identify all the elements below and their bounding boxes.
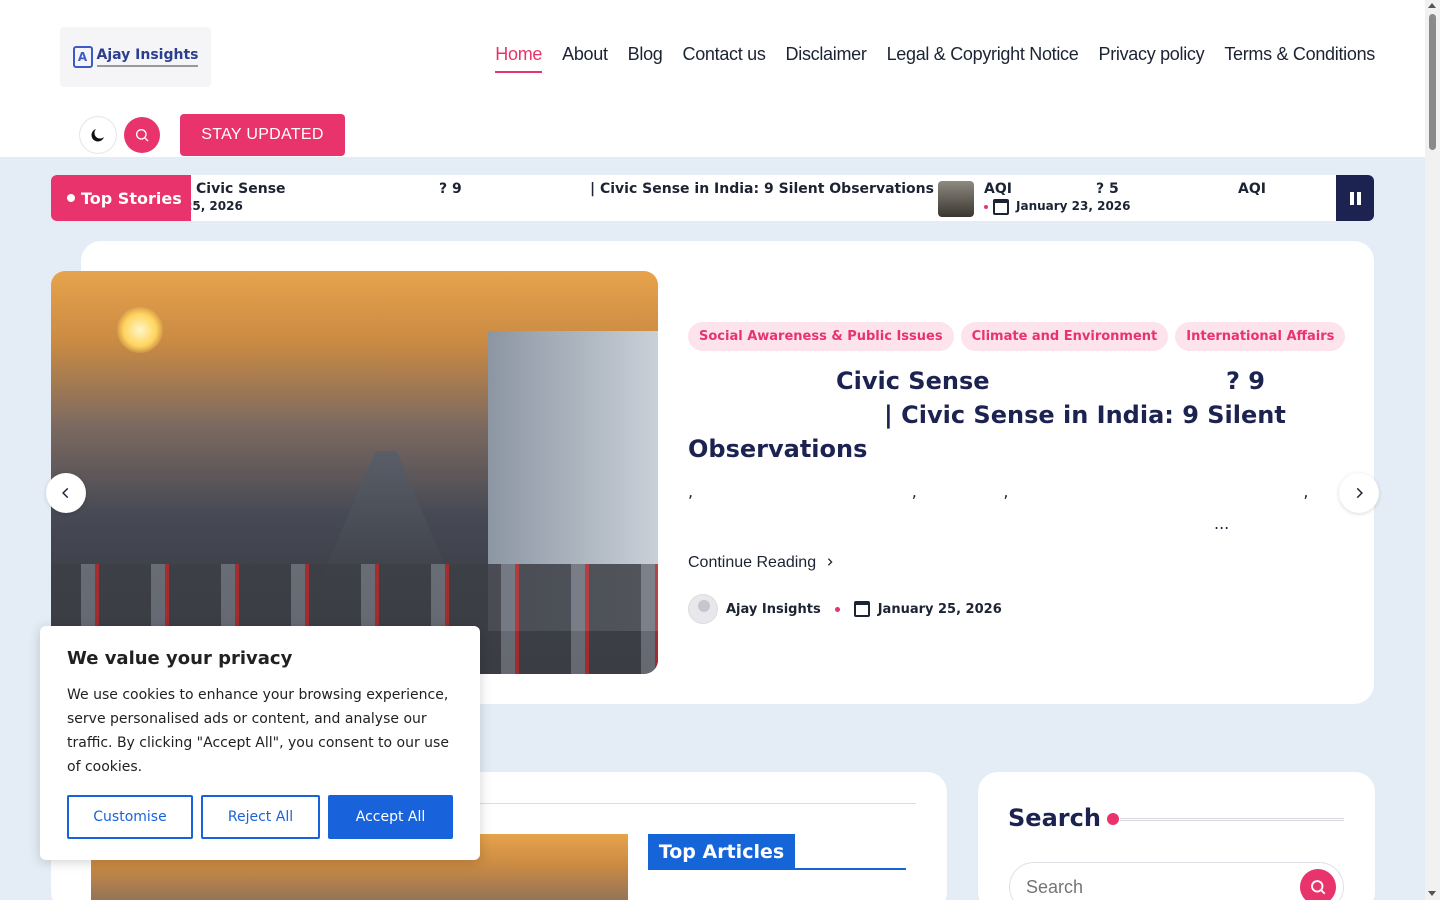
cookie-customise-button[interactable]: Customise [67, 795, 193, 839]
ticker-item-title[interactable]: Civic Sense [196, 181, 286, 197]
moon-icon [91, 129, 104, 142]
calendar-icon [853, 601, 870, 617]
meta-dot [834, 606, 840, 612]
calendar-icon [993, 199, 1009, 215]
pause-icon [1349, 191, 1354, 205]
featured-post-excerpt: , , , , ... [688, 482, 1309, 533]
nav-blog[interactable]: Blog [628, 44, 663, 73]
sidebar-search-title: Search [1008, 804, 1101, 832]
nav-disclaimer[interactable]: Disclaimer [786, 44, 867, 73]
cookie-reject-button[interactable]: Reject All [201, 795, 320, 839]
heading-underline [648, 868, 906, 870]
post-date[interactable]: January 25, 2026 [878, 602, 1002, 617]
scroll-up-icon[interactable] [1428, 3, 1436, 8]
category-tag[interactable]: Social Awareness & Public Issues [688, 322, 954, 351]
ticker-label: Top Stories [51, 175, 191, 221]
cookie-title: We value your privacy [67, 648, 293, 669]
author-name[interactable]: Ajay Insights [726, 602, 821, 617]
nav-contact[interactable]: Contact us [683, 44, 766, 73]
title-rule [1120, 818, 1344, 821]
cookie-consent-banner: We value your privacy We use cookies to … [40, 626, 480, 860]
chevron-left-icon [62, 487, 69, 499]
category-tags: Social Awareness & Public Issues Climate… [688, 322, 1346, 351]
cookie-actions: Customise Reject All Accept All [67, 795, 453, 839]
ticker-item-date: 25, 2026 [184, 199, 243, 213]
continue-reading-link[interactable]: Continue Reading [688, 554, 835, 572]
main-nav: Home About Blog Contact us Disclaimer Le… [495, 44, 1375, 73]
nav-terms[interactable]: Terms & Conditions [1224, 44, 1375, 73]
post-meta: Ajay Insights January 25, 2026 [688, 594, 1002, 624]
logo-text: Ajay Insights [96, 47, 199, 67]
slider-prev-button[interactable] [46, 473, 86, 513]
sidebar-search-input[interactable] [1009, 862, 1344, 900]
sidebar-search-button[interactable] [1300, 869, 1336, 900]
nav-home[interactable]: Home [495, 44, 542, 73]
page-scrollbar[interactable] [1425, 0, 1440, 900]
meta-dot [984, 205, 988, 209]
chevron-right-icon [827, 558, 833, 566]
site-logo[interactable]: A Ajay Insights [60, 27, 211, 87]
ticker-item-title[interactable]: ? 9 [439, 181, 462, 197]
header-search-button[interactable] [124, 117, 160, 153]
cookie-accept-button[interactable]: Accept All [328, 795, 453, 839]
stay-updated-button[interactable]: STAY UPDATED [180, 114, 345, 156]
category-tag[interactable]: Climate and Environment [960, 322, 1169, 351]
scroll-down-icon[interactable] [1428, 891, 1436, 896]
site-header: A Ajay Insights Home About Blog Contact … [0, 0, 1425, 157]
top-stories-ticker: Top Stories Civic Sense ? 9 25, 2026 | C… [51, 175, 1374, 221]
logo-mark: A [72, 46, 93, 68]
ticker-item-date: January 23, 2026 [1016, 199, 1131, 213]
ticker-item-title[interactable]: AQI [984, 181, 1012, 197]
title-dot [1107, 813, 1119, 825]
ticker-thumbnail[interactable] [938, 181, 974, 217]
category-tag[interactable]: International Affairs [1175, 322, 1346, 351]
ticker-pause-button[interactable] [1336, 175, 1374, 221]
featured-image[interactable] [51, 271, 658, 674]
ticker-item-title[interactable]: AQI [1238, 181, 1266, 197]
chevron-right-icon [1356, 487, 1363, 499]
ticker-label-text: Top Stories [81, 188, 182, 208]
cookie-body: We use cookies to enhance your browsing … [67, 687, 449, 775]
featured-post-title[interactable]: Civic Sense ? 9 | Civic Sense in India: … [688, 364, 1288, 466]
ticker-item-title[interactable]: | Civic Sense in India: 9 Silent Observa… [590, 181, 934, 197]
slider-next-button[interactable] [1339, 473, 1379, 513]
live-dot-icon [67, 194, 75, 202]
nav-legal[interactable]: Legal & Copyright Notice [887, 44, 1079, 73]
top-articles-heading: Top Articles [648, 834, 795, 870]
theme-toggle-button[interactable] [80, 117, 116, 153]
nav-about[interactable]: About [562, 44, 608, 73]
search-icon [136, 129, 149, 142]
search-icon [1311, 880, 1326, 895]
ticker-item-title[interactable]: ? 5 [1096, 181, 1119, 197]
author-avatar[interactable] [688, 594, 718, 624]
scrollbar-thumb[interactable] [1429, 14, 1436, 150]
nav-privacy[interactable]: Privacy policy [1098, 44, 1204, 73]
